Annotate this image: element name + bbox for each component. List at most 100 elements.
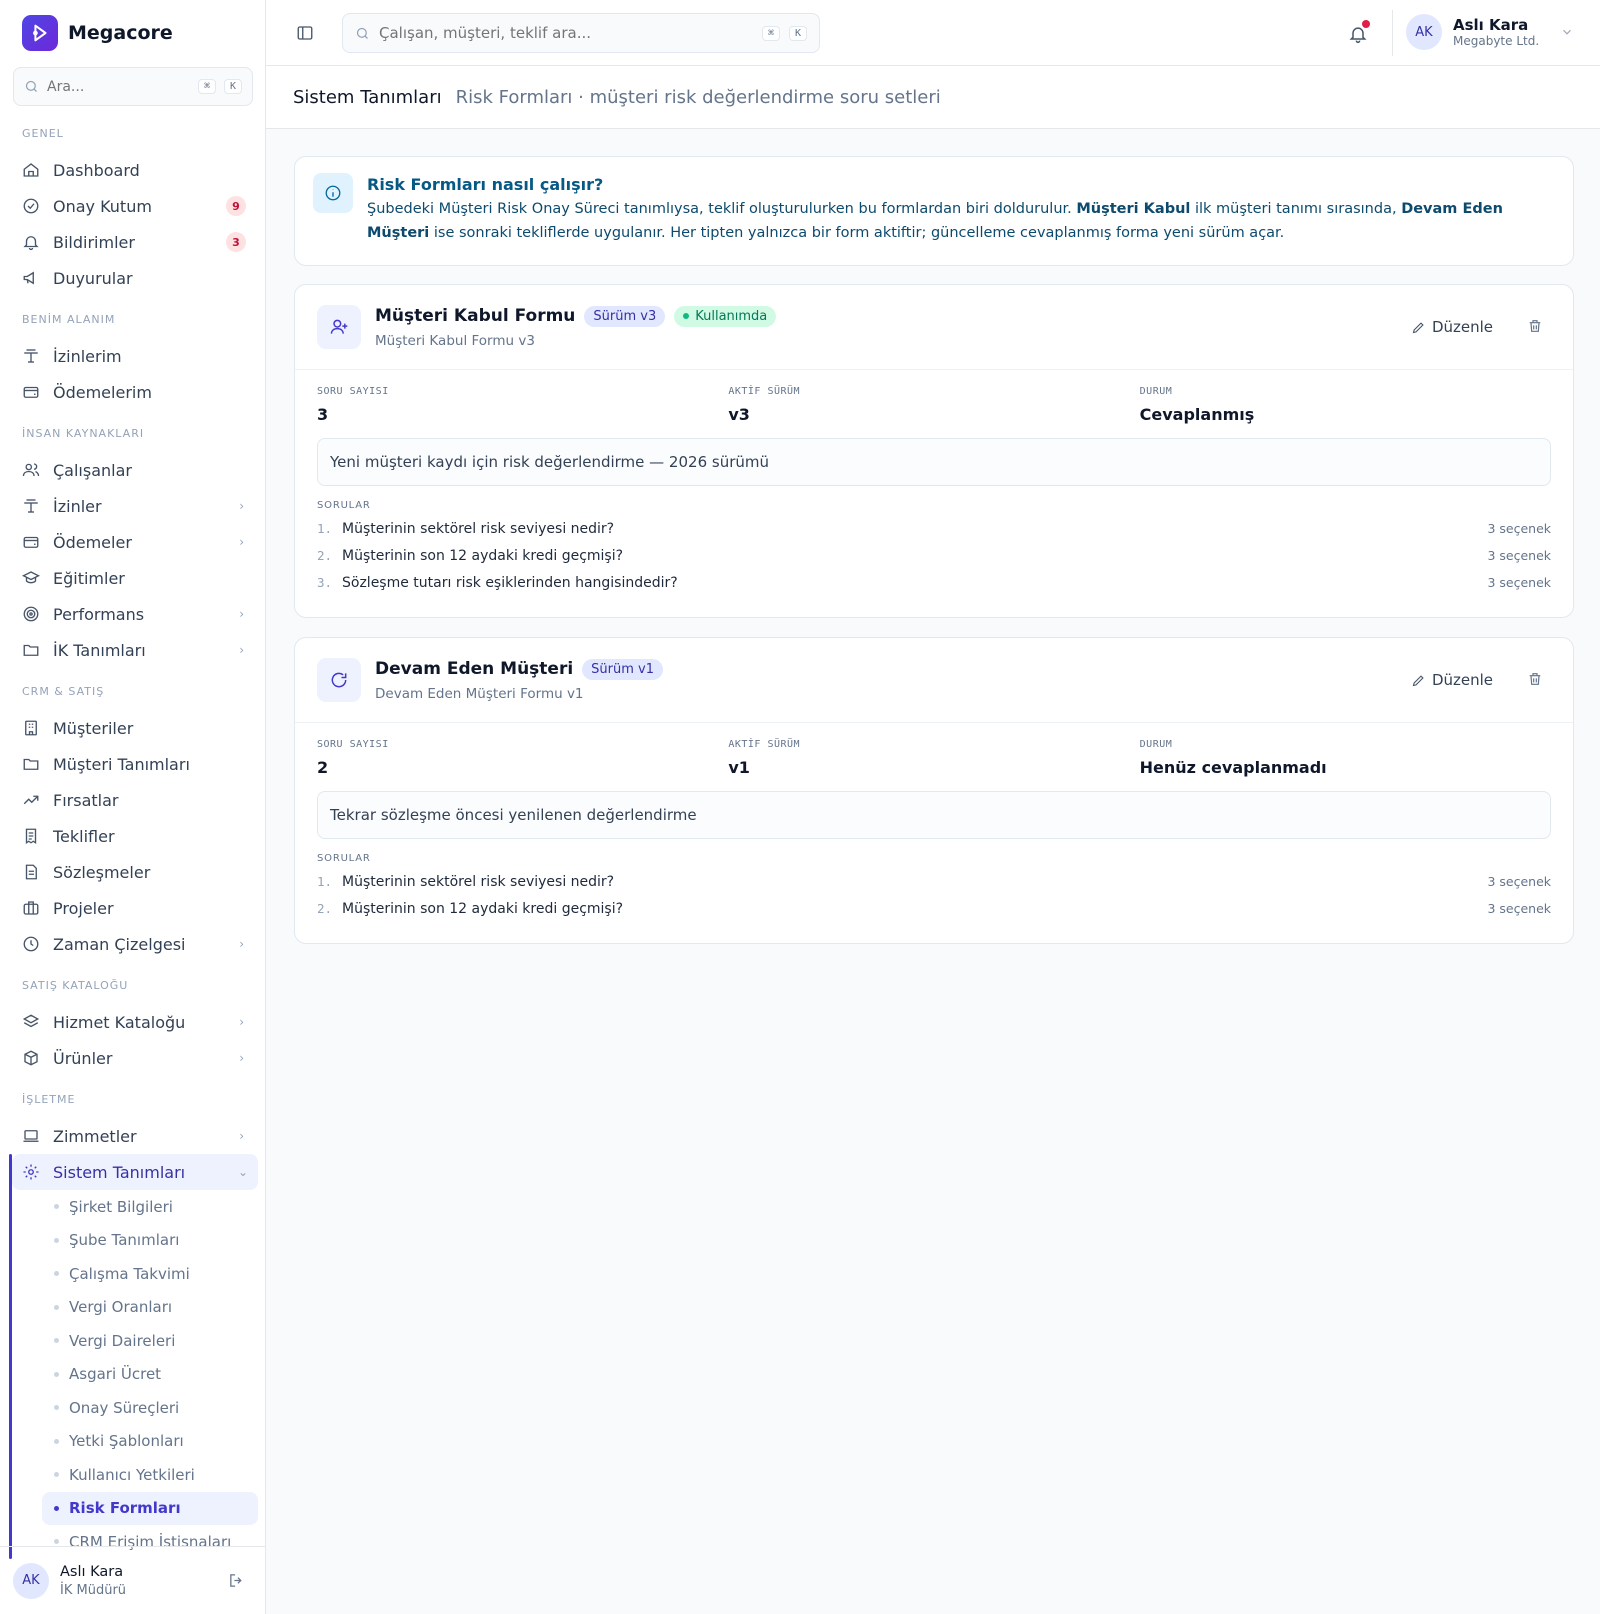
search-icon	[356, 27, 368, 39]
sidebar-item-bildirimler[interactable]: Bildirimler 3	[0, 224, 266, 260]
subitem-label: Şirket Bilgileri	[69, 1197, 173, 1216]
package-icon	[24, 1050, 38, 1066]
sidebar-item-performans[interactable]: Performans ›	[0, 596, 266, 632]
subitem-onay-surecleri[interactable]: Onay Süreçleri	[42, 1391, 266, 1425]
sidebar-item-onay[interactable]: Onay Kutum 9	[0, 188, 266, 224]
subitem-calisma-takvimi[interactable]: Çalışma Takvimi	[42, 1257, 266, 1291]
question-number: 2.	[317, 548, 333, 563]
trending-up-icon	[23, 795, 39, 805]
global-search-input[interactable]	[379, 24, 753, 42]
subitem-vergi-oranlari[interactable]: Vergi Oranları	[42, 1291, 266, 1325]
user-name: Aslı Kara	[1453, 16, 1529, 34]
user-name: Aslı Kara	[60, 1563, 124, 1580]
sidebar-item-musteri-tanimlari[interactable]: Müşteri Tanımları	[0, 746, 266, 782]
user-menu[interactable]: AK Aslı Kara Megabyte Ltd.	[1406, 14, 1574, 50]
folder-icon	[23, 758, 39, 770]
bullet-icon	[54, 1472, 59, 1478]
sidebar-item-teklifler[interactable]: Teklifler	[0, 818, 266, 854]
sidebar-item-label: Zaman Çizelgesi	[53, 934, 186, 954]
sidebar-item-dashboard[interactable]: Dashboard	[0, 152, 266, 188]
info-text: Şubedeki Müşteri Risk Onay Süreci tanıml…	[367, 201, 1503, 241]
sidebar-item-label: Hizmet Kataloğu	[53, 1012, 186, 1032]
sidebar-item-sistem-tanimlari[interactable]: Sistem Tanımları ⌄	[12, 1154, 258, 1190]
sidebar-item-hizmet-katalogu[interactable]: Hizmet Kataloğu ›	[0, 1004, 266, 1040]
bullet-icon	[54, 1204, 59, 1210]
sidebar-item-izinler[interactable]: İzinler ›	[0, 488, 266, 524]
chevron-down-icon	[1563, 29, 1572, 35]
sidebar-item-odemelerim[interactable]: Ödemelerim	[0, 374, 266, 410]
form-card-devam-eden: Devam Eden Müşteri Sürüm v1 Devam Eden M…	[294, 637, 1574, 944]
trash-icon	[1529, 319, 1541, 332]
question-row: 2. Müşterinin son 12 aydaki kredi geçmişi…	[295, 542, 1573, 569]
subitem-yetki-sablonlari[interactable]: Yetki Şablonları	[42, 1425, 266, 1459]
sidebar-item-odemeler[interactable]: Ödemeler ›	[0, 524, 266, 560]
subitem-risk-formlari[interactable]: Risk Formları	[42, 1491, 258, 1525]
stat-label: AKTİF SÜRÜM	[728, 739, 801, 750]
bullet-icon	[54, 1371, 59, 1377]
page-header: Sistem Tanımları Risk Formları · müşteri…	[266, 66, 1600, 129]
sidebar-item-urunler[interactable]: Ürünler ›	[0, 1040, 266, 1076]
sidebar-item-firsatlar[interactable]: Fırsatlar	[0, 782, 266, 818]
sidebar-item-sozlesmeler[interactable]: Sözleşmeler	[0, 854, 266, 890]
sidebar-item-musteriler[interactable]: Müşteriler	[0, 710, 266, 746]
logout-icon[interactable]	[228, 1572, 245, 1589]
pencil-icon	[1412, 674, 1424, 686]
sidebar-item-label: Projeler	[53, 898, 114, 918]
delete-button[interactable]	[1527, 671, 1543, 690]
stat-label: SORU SAYISI	[317, 739, 389, 750]
form-name: Müşteri Kabul Formu	[375, 306, 576, 326]
brand-logo-icon	[22, 15, 58, 51]
subitem-asgari-ucret[interactable]: Asgari Ücret	[42, 1358, 266, 1392]
subitem-vergi-daireleri[interactable]: Vergi Daireleri	[42, 1324, 266, 1358]
sidebar-item-izinlerim[interactable]: İzinlerim	[0, 338, 266, 374]
sidebar-item-label: Bildirimler	[53, 232, 135, 252]
delete-button[interactable]	[1527, 318, 1543, 337]
chevron-right-icon: ›	[239, 1129, 244, 1143]
sidebar-item-ik-tanimlari[interactable]: İK Tanımları ›	[0, 632, 266, 668]
global-search[interactable]: ⌘ K	[342, 13, 820, 53]
section-genel: GENEL	[22, 127, 64, 140]
clock-icon	[23, 936, 39, 952]
chevron-right-icon: ›	[239, 1015, 244, 1029]
edit-button[interactable]: Düzenle	[1411, 318, 1493, 336]
edit-button[interactable]: Düzenle	[1411, 671, 1493, 689]
question-row: 1. Müşterinin sektörel risk seviyesi nedi…	[295, 868, 1573, 895]
bullet-icon	[54, 1539, 59, 1545]
notifications-button[interactable]	[1346, 20, 1372, 46]
chevron-right-icon: ›	[239, 643, 244, 657]
bell-icon	[23, 236, 39, 251]
brand[interactable]: Megacore	[22, 14, 173, 52]
subitem-kullanici-yetkileri[interactable]: Kullanıcı Yetkileri	[42, 1458, 266, 1492]
sidebar-nav: GENEL Dashboard Onay Kutum 9 Bildirimler 3…	[0, 116, 266, 1559]
graduation-cap-icon	[22, 571, 40, 584]
sidebar-item-label: Duyurular	[53, 268, 133, 288]
subitem-sube-tanimlari[interactable]: Şube Tanımları	[42, 1224, 266, 1258]
sidebar-item-egitimler[interactable]: Eğitimler	[0, 560, 266, 596]
sidebar-search-input[interactable]	[47, 78, 190, 95]
sidebar-toggle-icon[interactable]	[296, 24, 314, 42]
divider	[1392, 10, 1393, 56]
sidebar-item-label: Ödemeler	[53, 532, 132, 552]
info-callout: Risk Formları nasıl çalışır? Şubedeki Mü…	[294, 156, 1574, 266]
form-stats: SORU SAYISI 3 AKTİF SÜRÜM v3 DURUM Cevaplan…	[295, 370, 1573, 424]
question-number: 1.	[317, 874, 333, 889]
sidebar-item-zaman-cizelgesi[interactable]: Zaman Çizelgesi ›	[0, 926, 266, 962]
sidebar-item-label: Fırsatlar	[53, 790, 119, 810]
edit-label: Düzenle	[1431, 671, 1493, 689]
sidebar-item-calisanlar[interactable]: Çalışanlar	[0, 452, 266, 488]
form-subtitle: Müşteri Kabul Formu v3	[375, 332, 535, 349]
subitem-sirket-bilgileri[interactable]: Şirket Bilgileri	[42, 1190, 266, 1224]
sidebar-search[interactable]: ⌘ K	[13, 67, 253, 106]
sidebar-item-duyurular[interactable]: Duyurular	[0, 260, 266, 296]
stat-status: Henüz cevaplanmadı	[1139, 758, 1327, 777]
chevron-right-icon: ›	[239, 1051, 244, 1065]
laptop-icon	[23, 1130, 39, 1142]
sidebar-item-projeler[interactable]: Projeler	[0, 890, 266, 926]
building-icon	[25, 720, 37, 736]
avatar[interactable]: AK	[13, 1562, 49, 1599]
stat-status: Cevaplanmış	[1139, 405, 1255, 424]
sidebar-item-zimmetler[interactable]: Zimmetler ›	[0, 1118, 266, 1154]
question-text: Müşterinin son 12 aydaki kredi geçmişi?	[342, 900, 624, 917]
sidebar-item-label: Ödemelerim	[53, 382, 152, 402]
bullet-icon	[54, 1271, 59, 1277]
